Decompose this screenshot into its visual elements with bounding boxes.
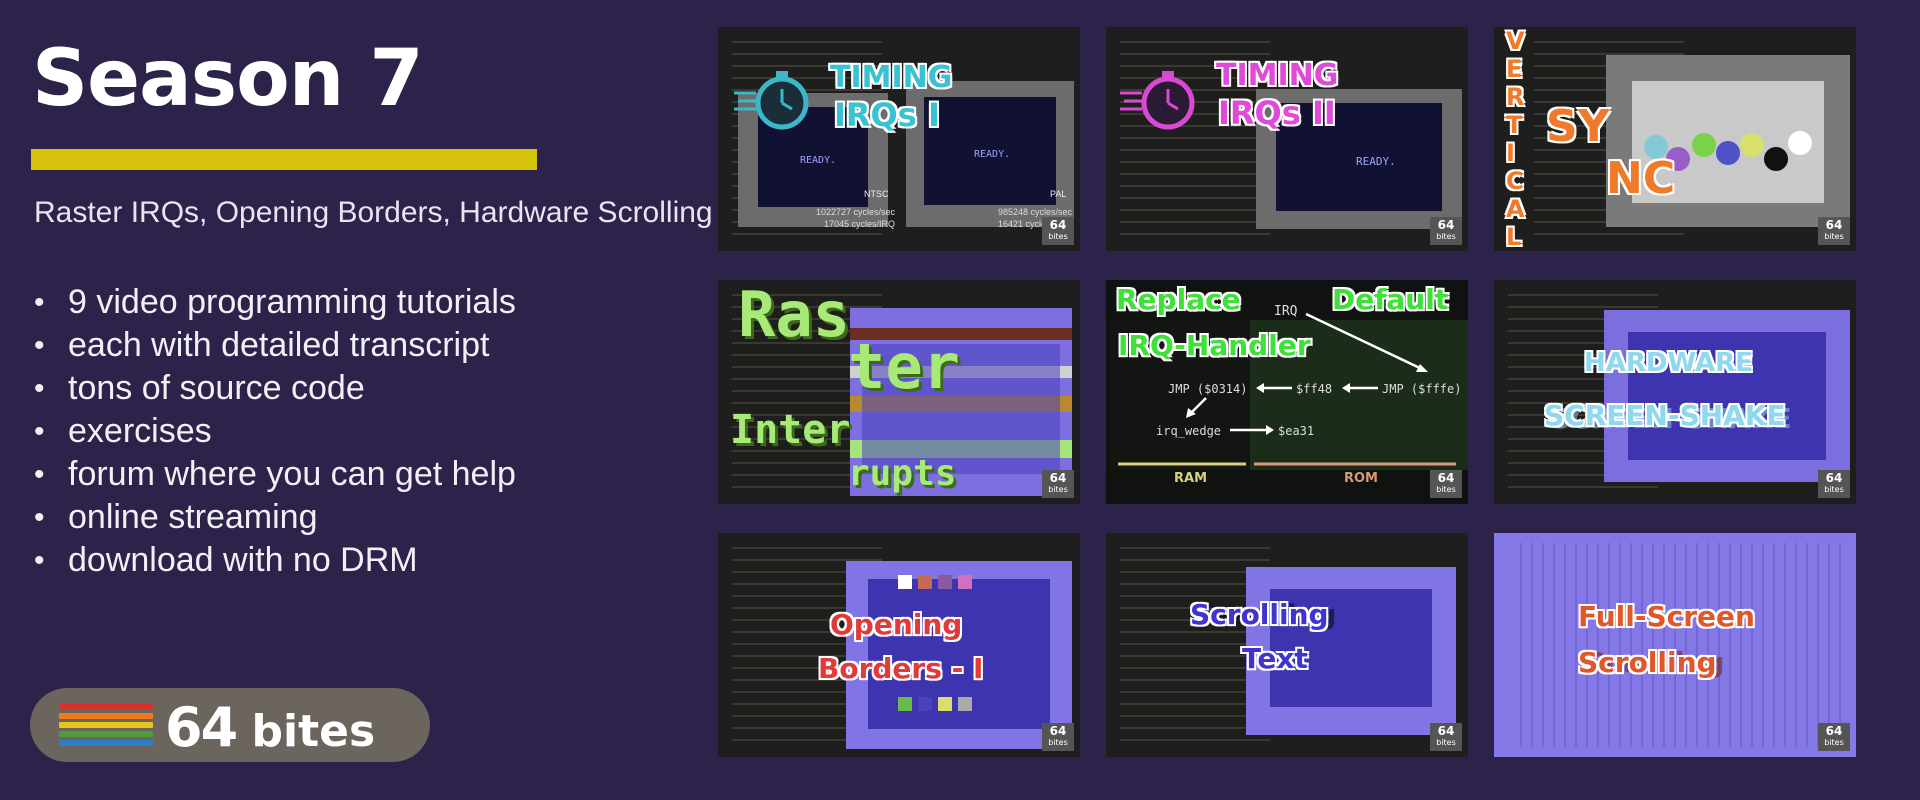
episode-thumbnail-opening-borders-1[interactable]: Opening Borders - I 64 bites bbox=[718, 533, 1080, 757]
ready-prompt: READY. bbox=[800, 155, 837, 166]
stripe bbox=[59, 731, 153, 737]
badge-word: bites bbox=[1824, 485, 1844, 494]
64bites-badge: 64 bites bbox=[1818, 217, 1850, 245]
episode-grid: READY. READY. NTSC PAL 1022727 cycles/se… bbox=[718, 27, 1858, 759]
stopwatch-icon bbox=[734, 71, 809, 130]
badge-word: bites bbox=[1436, 738, 1456, 747]
brand-number: 64 bbox=[165, 696, 238, 759]
episode-thumbnail-raster-interrupts[interactable]: Ras ter Inter rupts 64 bites bbox=[718, 280, 1080, 504]
ntsc-irq: 17045 cycles/IRQ bbox=[824, 219, 896, 229]
episode-title-line2: Scrolling bbox=[1578, 646, 1717, 679]
badge-word: bites bbox=[1436, 232, 1456, 241]
episode-title-line2: IRQs II bbox=[1218, 94, 1336, 132]
episode-title-line1: Full-Screen bbox=[1578, 600, 1755, 633]
badge-number: 64 bbox=[1825, 471, 1843, 485]
stripe bbox=[59, 722, 153, 728]
badge-word: bites bbox=[1048, 485, 1068, 494]
badge-word: bites bbox=[1436, 485, 1456, 494]
rom-label: ROM bbox=[1344, 471, 1378, 486]
feature-list: 9 video programming tutorials each with … bbox=[34, 281, 516, 582]
episode-title-line2: Text bbox=[1242, 642, 1308, 675]
stripe bbox=[59, 740, 153, 746]
episode-thumbnail-replace-irq-handler[interactable]: Replace Default IRQ-Handler IRQ JMP ($03… bbox=[1106, 280, 1468, 504]
ntsc-label: NTSC bbox=[864, 189, 889, 199]
badge-number: 64 bbox=[1049, 724, 1067, 738]
scrolling-text-pattern bbox=[1514, 543, 1844, 747]
sprite-blocks-icon bbox=[898, 575, 972, 711]
rainbow-stripes-icon bbox=[59, 704, 153, 750]
ready-prompt: READY. bbox=[1356, 155, 1396, 168]
64bites-badge: 64 bites bbox=[1818, 723, 1850, 751]
badge-number: 64 bbox=[1437, 471, 1455, 485]
brand-word: bites bbox=[251, 706, 376, 757]
stripe bbox=[59, 704, 153, 710]
vertical-label: VERTICAL bbox=[1506, 27, 1525, 251]
episode-title-line1: HARDWARE bbox=[1584, 348, 1753, 378]
sync-label-part1: SY bbox=[1546, 101, 1610, 152]
raster-word-1: Ras bbox=[738, 280, 850, 351]
episode-thumbnail-timing-irqs-2[interactable]: READY. TIMING IRQs II 64 bites bbox=[1106, 27, 1468, 251]
episode-title-line1: Scrolling bbox=[1190, 598, 1329, 631]
badge-word: bites bbox=[1048, 232, 1068, 241]
stripe bbox=[59, 713, 153, 719]
episode-thumbnail-scrolling-text[interactable]: Scrolling Text 64 bites bbox=[1106, 533, 1468, 757]
64bites-badge: 64 bites bbox=[1818, 470, 1850, 498]
page-subtitle: Raster IRQs, Opening Borders, Hardware S… bbox=[34, 196, 713, 229]
badge-number: 64 bbox=[1825, 218, 1843, 232]
badge-word: bites bbox=[1824, 738, 1844, 747]
episode-title-line2: SCREEN-SHAKE bbox=[1544, 399, 1786, 432]
64bites-badge: 64 bites bbox=[1042, 217, 1074, 245]
64bites-badge: 64 bites bbox=[1430, 217, 1462, 245]
ntsc-cycles: 1022727 cycles/sec bbox=[816, 207, 896, 217]
feature-item: forum where you can get help bbox=[34, 453, 516, 496]
ready-prompt: READY. bbox=[974, 149, 1011, 160]
stopwatch-icon bbox=[1120, 71, 1195, 130]
episode-thumbnail-timing-irqs-1[interactable]: READY. READY. NTSC PAL 1022727 cycles/se… bbox=[718, 27, 1080, 251]
badge-number: 64 bbox=[1825, 724, 1843, 738]
feature-item: download with no DRM bbox=[34, 539, 516, 582]
flow-arrows-icon bbox=[1118, 312, 1456, 466]
badge-number: 64 bbox=[1049, 218, 1067, 232]
ram-label: RAM bbox=[1174, 471, 1208, 486]
feature-item: tons of source code bbox=[34, 367, 516, 410]
feature-item: exercises bbox=[34, 410, 516, 453]
episode-title-line2: IRQs I bbox=[834, 96, 940, 134]
feature-item: 9 video programming tutorials bbox=[34, 281, 516, 324]
64bites-badge: 64 bites bbox=[1042, 723, 1074, 751]
episode-thumbnail-vertical-sync[interactable]: VERTICAL SY NC 64 bites bbox=[1494, 27, 1856, 251]
brand-wordmark: 64 bites bbox=[165, 696, 375, 759]
feature-item: online streaming bbox=[34, 496, 516, 539]
episode-thumbnail-hardware-screen-shake[interactable]: HARDWARE SCREEN-SHAKE 64 bites bbox=[1494, 280, 1856, 504]
64bites-badge: 64 bites bbox=[1042, 470, 1074, 498]
badge-word: bites bbox=[1048, 738, 1068, 747]
raster-word-2: ter bbox=[848, 330, 960, 403]
episode-title-line1: Opening bbox=[830, 608, 963, 641]
badge-word: bites bbox=[1824, 232, 1844, 241]
sync-label-part2: NC bbox=[1606, 153, 1676, 204]
badge-number: 64 bbox=[1437, 218, 1455, 232]
title-underline bbox=[31, 149, 537, 170]
64bites-badge: 64 bites bbox=[1430, 723, 1462, 751]
feature-item: each with detailed transcript bbox=[34, 324, 516, 367]
page-title: Season 7 bbox=[32, 34, 424, 124]
episode-thumbnail-full-screen-scrolling[interactable]: Full-Screen Scrolling 64 bites bbox=[1494, 533, 1856, 757]
badge-number: 64 bbox=[1049, 471, 1067, 485]
brand-logo[interactable]: 64 bites bbox=[30, 688, 430, 762]
episode-title-line2: Borders - I bbox=[818, 652, 984, 685]
badge-number: 64 bbox=[1437, 724, 1455, 738]
c64-screen bbox=[1604, 310, 1850, 482]
pal-label: PAL bbox=[1050, 189, 1067, 199]
raster-word-3: Inter bbox=[730, 407, 851, 453]
episode-title-line1: TIMING bbox=[1216, 58, 1339, 93]
pal-cycles: 985248 cycles/sec bbox=[998, 207, 1073, 217]
64bites-badge: 64 bites bbox=[1430, 470, 1462, 498]
episode-title-line1: TIMING bbox=[830, 60, 953, 95]
raster-word-4: rupts bbox=[848, 453, 957, 494]
